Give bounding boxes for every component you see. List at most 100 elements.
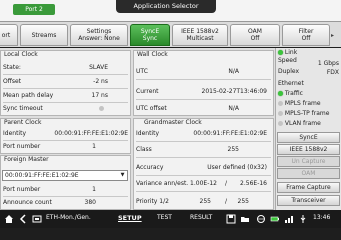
- port-icon[interactable]: [32, 214, 42, 224]
- result-tab[interactable]: RESULT: [190, 214, 212, 221]
- divider: [136, 141, 271, 142]
- announce-count-row: Announce count 380: [1, 198, 130, 208]
- panel-title: Parent Clock: [4, 119, 42, 126]
- tab-sublabel: Sync: [142, 35, 158, 42]
- speed-row: Speed 1 Gbps: [278, 57, 339, 67]
- mplstp-row: MPLS-TP frame: [278, 110, 339, 117]
- gm-identity-value: 00:00:91:FF:FE:E1:02:9E: [193, 130, 267, 137]
- parent-identity-label: Identity: [3, 130, 26, 137]
- device-name[interactable]: ETH-Mon./Gen.: [46, 214, 91, 221]
- traffic-indicator-icon: [278, 91, 283, 96]
- gm-variance-label: Variance ann/est.: [136, 180, 189, 187]
- gm-priority-value-2: 255: [237, 198, 249, 205]
- tab-filter[interactable]: Filter Off: [282, 24, 330, 46]
- globe-icon[interactable]: [256, 214, 266, 224]
- divider: [3, 140, 128, 141]
- home-icon[interactable]: [4, 214, 14, 224]
- tab-sublabel: Multicast: [186, 35, 214, 42]
- gm-identity-label: Identity: [136, 130, 159, 137]
- gm-accuracy-row: Accuracy User defined (0x32): [134, 163, 273, 173]
- speed-value: 1 Gbps: [317, 60, 339, 67]
- divider: [3, 196, 128, 197]
- mpls-row: MPLS frame: [278, 100, 339, 107]
- gm-variance-value-1: 1.00E-12: [190, 180, 217, 187]
- parent-clock-panel: Parent Clock Identity 00:00:91:FF:FE:E1:…: [0, 118, 131, 154]
- uncapture-button[interactable]: Un Capture: [277, 156, 340, 167]
- application-selector-button[interactable]: Application Selector: [116, 0, 216, 13]
- tab-settings[interactable]: Settings Answer: None: [70, 24, 128, 46]
- tab-label: ort: [1, 31, 11, 39]
- divider: [136, 191, 271, 192]
- vlan-indicator-icon: [278, 121, 283, 126]
- oam-button[interactable]: OAM: [277, 168, 340, 179]
- foreign-master-panel: Foreign Master 00:00:91:FF:FE:E1:02:9E ▼…: [0, 155, 131, 210]
- setup-tab[interactable]: SETUP: [118, 214, 142, 222]
- tab-port[interactable]: ort: [0, 24, 18, 46]
- gm-priority-separator: /: [224, 198, 227, 205]
- mean-path-delay-label: Mean path delay: [3, 92, 54, 99]
- divider: [136, 79, 271, 80]
- parent-port-label: Port number: [3, 143, 41, 150]
- fm-port-value: 1: [92, 186, 96, 193]
- foreign-master-selected: 00:00:91:FF:FE:E1:02:9E: [5, 172, 79, 179]
- ethernet-label: Ethernet: [278, 80, 304, 87]
- tab-label: OAM: [248, 28, 262, 35]
- mpls-label: MPLS frame: [284, 100, 321, 107]
- gm-identity-row: Identity 00:00:91:FF:FE:E1:02:9E: [134, 129, 273, 139]
- tab-oam[interactable]: OAM Off: [230, 24, 280, 46]
- divider: [3, 88, 128, 89]
- top-bar: Port 2 Application Selector: [0, 0, 341, 22]
- folder-icon[interactable]: [240, 214, 250, 224]
- traffic-label: Traffic: [284, 90, 303, 97]
- gm-class-value: 255: [227, 146, 239, 153]
- duplex-row: Duplex FDX: [278, 68, 339, 76]
- utc-row: UTC N/A: [134, 67, 273, 77]
- tab-ieee1588[interactable]: IEEE 1588v2 Multicast: [172, 24, 228, 46]
- traffic-row: Traffic: [278, 90, 339, 97]
- sync-timeout-row: Sync timeout: [1, 104, 130, 114]
- gm-priority-row: Priority 1/2 255 / 255: [134, 197, 273, 207]
- divider: [136, 157, 271, 158]
- back-icon[interactable]: [18, 214, 28, 224]
- link-indicator-icon: [278, 50, 283, 55]
- divider: [136, 175, 271, 176]
- foreign-master-select[interactable]: 00:00:91:FF:FE:E1:02:9E ▼: [2, 170, 128, 181]
- tab-label: Filter: [298, 28, 314, 35]
- vlan-label: VLAN frame: [284, 120, 321, 127]
- divider: [3, 74, 128, 75]
- announce-count-label: Announce count: [3, 199, 52, 206]
- utc-offset-row: UTC offset N/A: [134, 104, 273, 114]
- fm-port-label: Port number: [3, 186, 41, 193]
- save-icon[interactable]: [226, 214, 236, 224]
- mean-path-delay-row: Mean path delay 17 ns: [1, 91, 130, 101]
- tab-label: Streams: [31, 31, 57, 39]
- utc-offset-value: N/A: [228, 105, 239, 112]
- mplstp-label: MPLS-TP frame: [284, 110, 330, 117]
- ieee1588-button[interactable]: IEEE 1588v2: [277, 144, 340, 155]
- test-tab[interactable]: TEST: [157, 214, 172, 221]
- tab-label: IEEE 1588v2: [181, 28, 219, 35]
- link-label: Link: [284, 49, 298, 56]
- panel-title: Wall Clock: [137, 51, 168, 58]
- sync-timeout-label: Sync timeout: [3, 105, 43, 112]
- parent-identity-row: Identity 00:00:91:FF:FE:E1:02:9E: [1, 129, 130, 139]
- gm-priority-value-1: 255: [199, 198, 211, 205]
- wall-clock-panel: Wall Clock UTC N/A Current 2015-02-27T13…: [133, 50, 274, 116]
- tab-synce[interactable]: SyncE Sync: [130, 24, 170, 46]
- mplstp-indicator-icon: [278, 111, 283, 116]
- divider: [136, 99, 271, 100]
- tab-streams[interactable]: Streams: [20, 24, 68, 46]
- port-tab[interactable]: Port 2: [13, 4, 55, 15]
- main-content: Local Clock State: SLAVE Offset -2 ns Me…: [0, 48, 275, 210]
- gm-variance-separator: /: [224, 180, 227, 187]
- chevron-right-icon[interactable]: ▸: [331, 32, 339, 40]
- transceiver-button[interactable]: Transceiver: [277, 195, 340, 206]
- tab-sublabel: Answer: None: [78, 35, 120, 42]
- gm-accuracy-value: User defined (0x32): [207, 164, 267, 171]
- tab-sublabel: Off: [301, 35, 311, 42]
- frame-capture-button[interactable]: Frame Capture: [277, 182, 340, 193]
- clock-time: 13:46: [313, 214, 331, 221]
- divider: [3, 102, 128, 103]
- panel-title: Grandmaster Clock: [144, 119, 202, 126]
- synce-button[interactable]: SyncE: [277, 132, 340, 143]
